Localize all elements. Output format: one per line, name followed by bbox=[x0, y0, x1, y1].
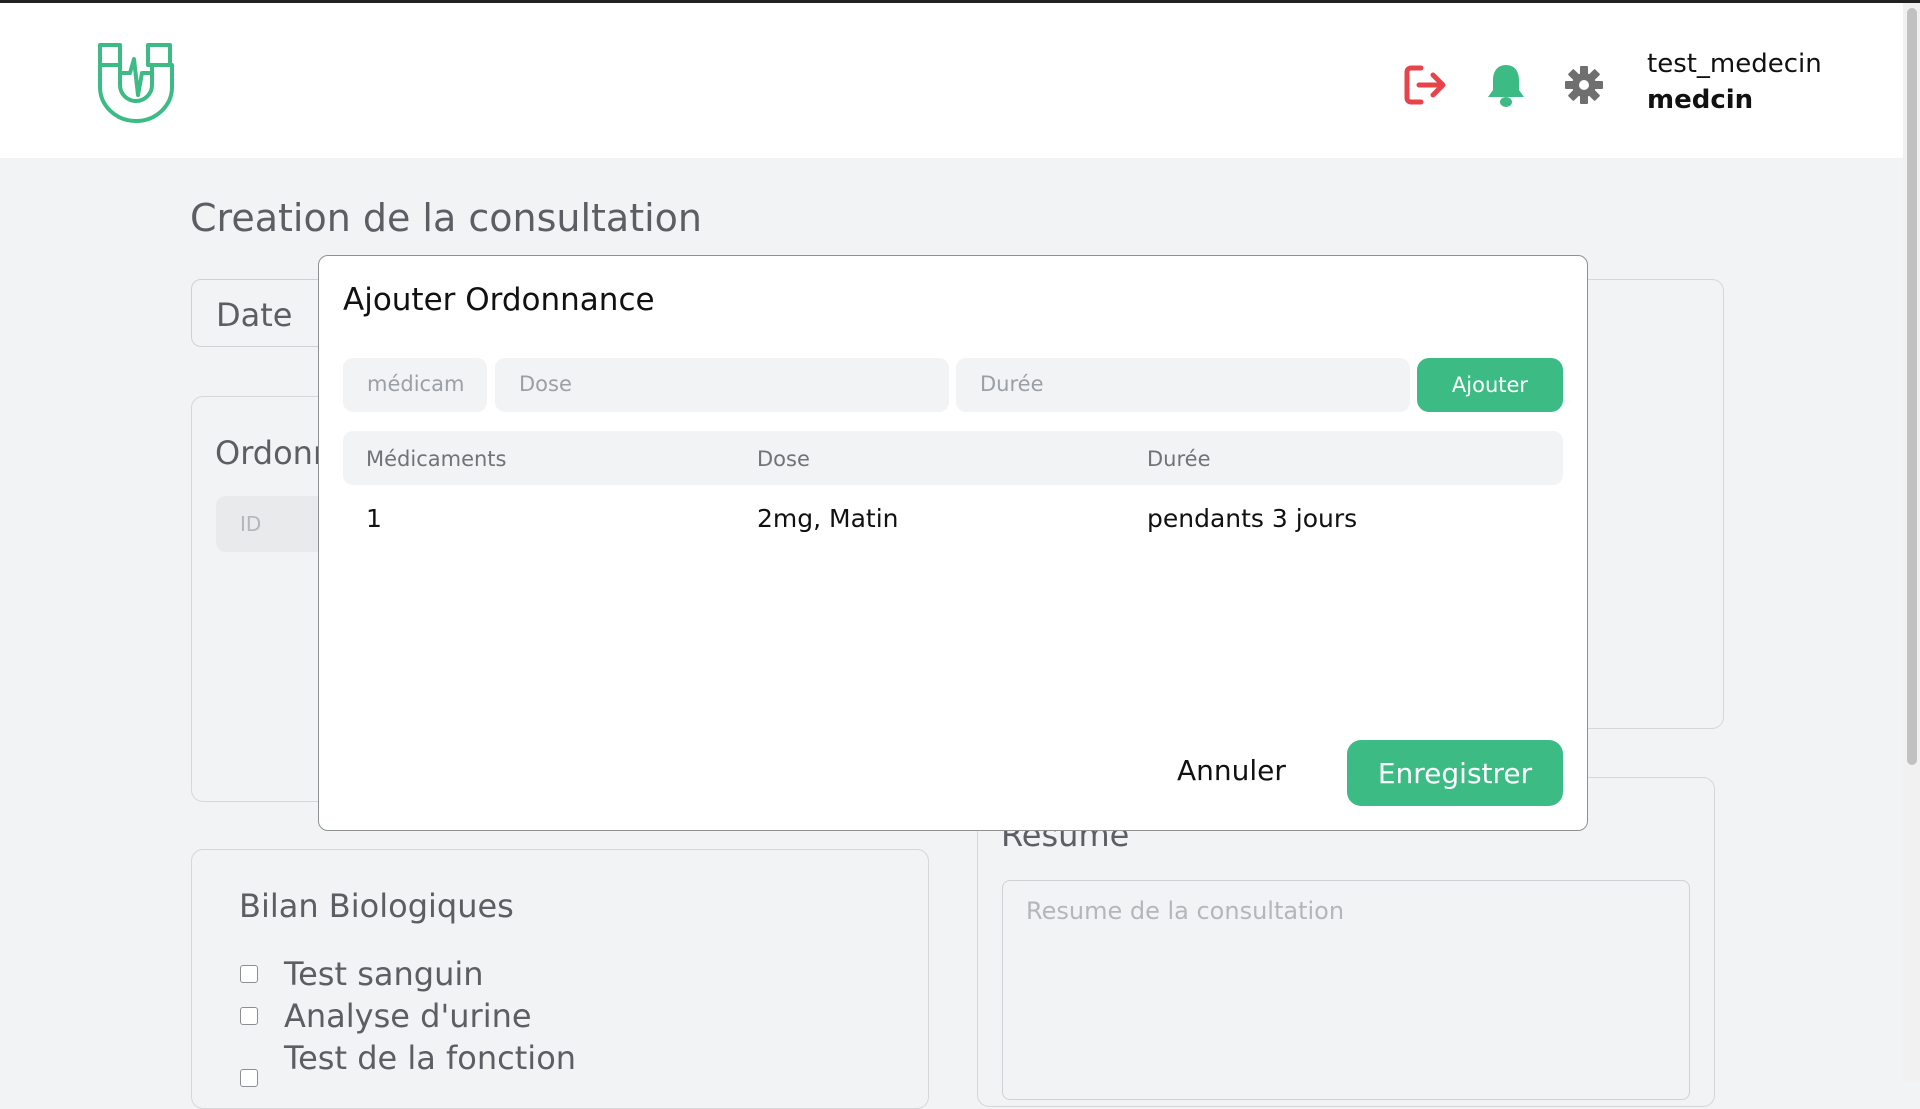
dose-placeholder: Dose bbox=[519, 372, 572, 396]
bell-icon bbox=[1488, 65, 1524, 107]
table-header: Médicaments Dose Durée bbox=[343, 431, 1563, 485]
user-name: test_medecin bbox=[1647, 49, 1822, 79]
bilan-item-label: Test sanguin bbox=[284, 955, 484, 993]
logout-button[interactable] bbox=[1402, 61, 1450, 109]
ordonnance-title: Ordonn bbox=[215, 434, 334, 472]
bilan-item-label: Analyse d'urine bbox=[284, 997, 532, 1035]
add-medicament-button[interactable]: Ajouter bbox=[1417, 358, 1563, 412]
column-header-duree: Durée bbox=[1147, 447, 1211, 471]
page-scrollbar-thumb[interactable] bbox=[1907, 8, 1917, 765]
logout-icon bbox=[1404, 65, 1446, 105]
bilan-title: Bilan Biologiques bbox=[239, 887, 514, 925]
test-sanguin-checkbox[interactable] bbox=[240, 965, 258, 983]
ordonnance-modal: Ajouter Ordonnance médicam Dose Durée Aj… bbox=[318, 255, 1588, 831]
settings-button[interactable] bbox=[1560, 61, 1608, 109]
notifications-button[interactable] bbox=[1482, 61, 1530, 109]
app-logo[interactable] bbox=[96, 39, 176, 123]
gear-icon bbox=[1565, 66, 1603, 104]
bilan-item-label: Test de la fonction bbox=[284, 1039, 577, 1077]
cancel-button[interactable]: Annuler bbox=[1177, 754, 1286, 787]
cell-duree: pendants 3 jours bbox=[1147, 504, 1358, 533]
logo-icon bbox=[98, 43, 174, 123]
app-header: test_medecin medcin bbox=[0, 3, 1903, 158]
save-button[interactable]: Enregistrer bbox=[1347, 740, 1563, 806]
id-placeholder: ID bbox=[240, 512, 262, 536]
medicament-input[interactable]: médicam bbox=[343, 358, 487, 412]
analyse-urine-checkbox[interactable] bbox=[240, 1007, 258, 1025]
bilan-item: Analyse d'urine bbox=[240, 997, 532, 1035]
duree-placeholder: Durée bbox=[980, 372, 1044, 396]
resume-textarea[interactable]: Resume de la consultation bbox=[1002, 880, 1690, 1100]
column-header-medicaments: Médicaments bbox=[366, 447, 507, 471]
cell-dose: 2mg, Matin bbox=[757, 504, 899, 533]
column-header-dose: Dose bbox=[757, 447, 810, 471]
resume-placeholder: Resume de la consultation bbox=[1026, 897, 1345, 925]
duree-input[interactable]: Durée bbox=[956, 358, 1410, 412]
modal-title: Ajouter Ordonnance bbox=[343, 282, 655, 318]
dose-input[interactable]: Dose bbox=[495, 358, 949, 412]
date-label: Date bbox=[216, 296, 293, 334]
user-role: medcin bbox=[1647, 85, 1754, 115]
test-fonction-checkbox[interactable] bbox=[240, 1069, 258, 1087]
bilan-item: Test sanguin bbox=[240, 955, 484, 993]
medicament-placeholder: médicam bbox=[367, 372, 465, 396]
cell-medicament: 1 bbox=[366, 504, 382, 533]
bilan-item: Test de la fonction bbox=[240, 1039, 576, 1087]
page-title: Creation de la consultation bbox=[190, 196, 702, 240]
